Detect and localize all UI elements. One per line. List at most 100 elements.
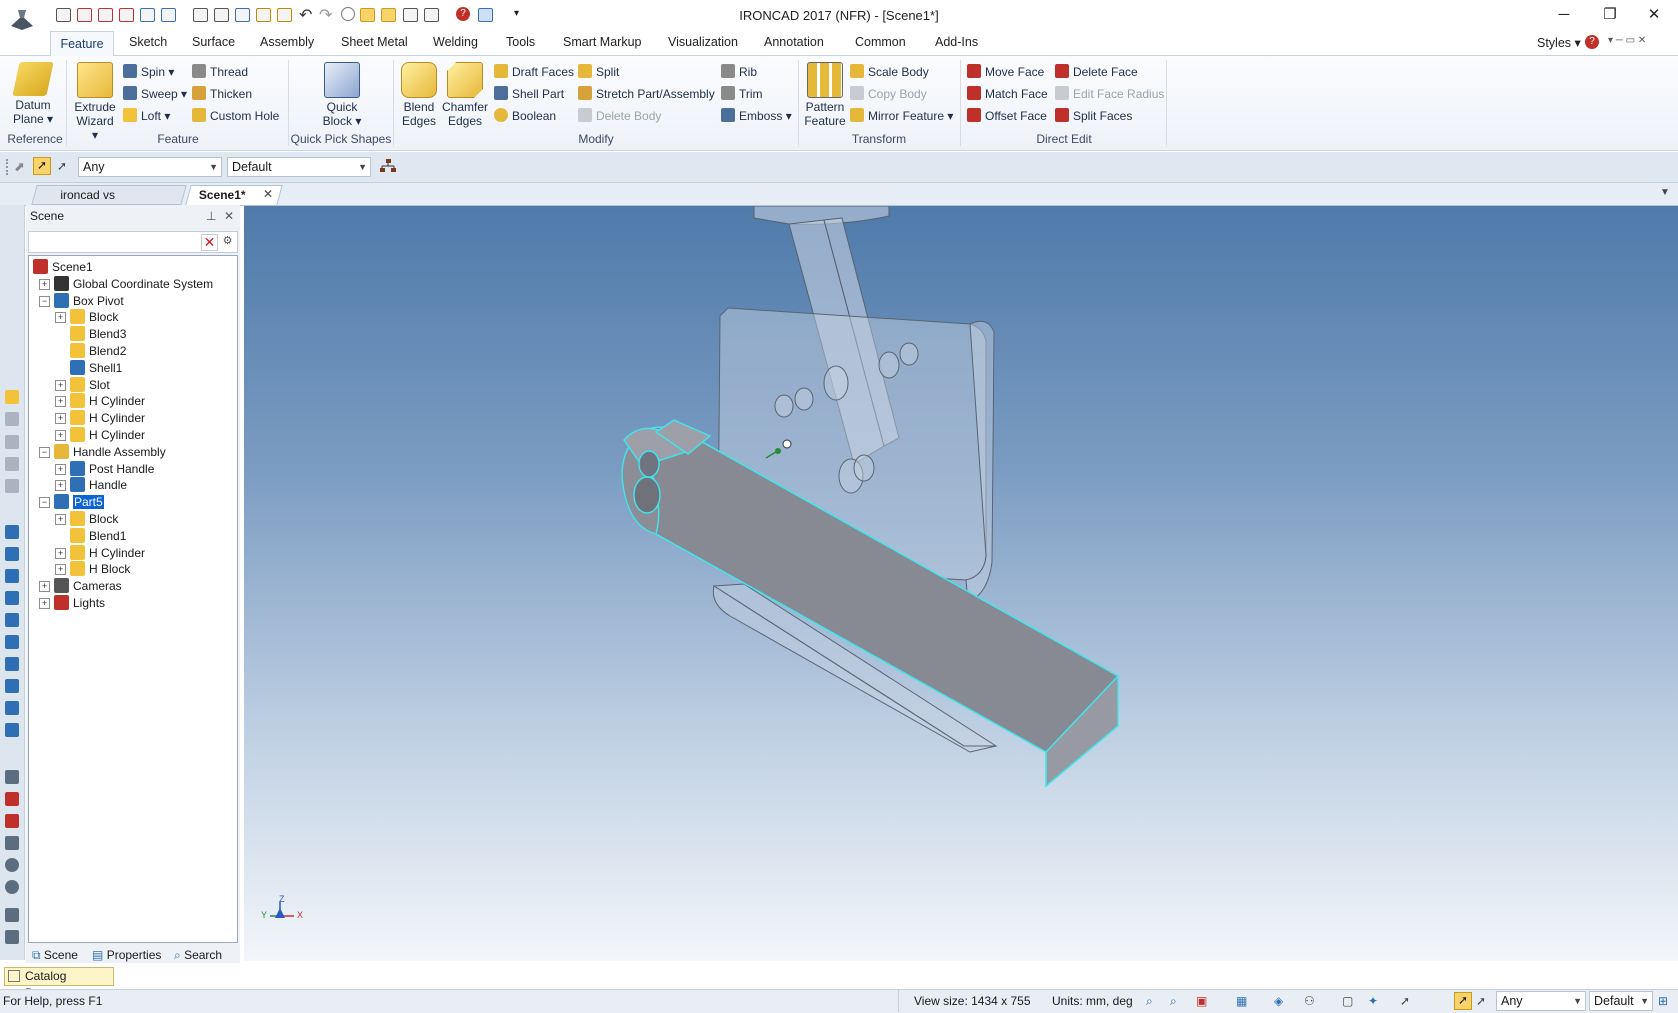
edit-face-radius-button[interactable]: Edit Face Radius — [1055, 86, 1164, 101]
close-tab-icon[interactable]: ✕ — [263, 187, 273, 201]
expand-icon[interactable]: + — [55, 430, 66, 441]
orbit-icon[interactable] — [5, 858, 19, 872]
no-entry-icon[interactable] — [5, 880, 19, 894]
view-normal-icon[interactable] — [5, 701, 19, 715]
clip-icon[interactable] — [5, 814, 19, 828]
tree-node[interactable]: Shell1 — [55, 359, 122, 377]
box-select-icon[interactable]: ▣ — [1196, 994, 1207, 1008]
pointer-active-icon[interactable]: ➚ — [1454, 992, 1472, 1010]
display-mode-icon[interactable]: ▢ — [1342, 994, 1353, 1008]
collapse-icon[interactable]: − — [39, 295, 50, 307]
tree-node[interactable]: + Slot — [55, 376, 110, 394]
expand-icon[interactable]: + — [55, 312, 66, 324]
angle-icon[interactable] — [5, 836, 19, 850]
loft-button[interactable]: Loft ▾ — [123, 108, 170, 123]
expand-icon[interactable]: + — [55, 396, 66, 408]
filter-options-icon[interactable]: ⚙ — [220, 234, 235, 249]
copy-body-button[interactable]: Copy Body — [850, 86, 927, 101]
catalog-icon[interactable] — [5, 390, 19, 404]
tree-node[interactable]: + Global Coordinate System — [39, 275, 213, 293]
styles-menu[interactable]: Styles ▾ — [1537, 35, 1581, 50]
expand-icon[interactable]: + — [55, 564, 66, 576]
tab-scene[interactable]: ⧉ Scene — [32, 948, 78, 963]
tab-sheet-metal[interactable]: Sheet Metal — [341, 35, 408, 49]
select-pointer-icon[interactable]: ➚ — [33, 157, 51, 175]
tab-search[interactable]: ⌕ Search — [174, 948, 222, 963]
collapse-icon[interactable]: − — [39, 497, 50, 509]
tab-annotation[interactable]: Annotation — [764, 35, 824, 49]
tree-node[interactable]: Blend1 — [55, 527, 126, 545]
view-fit-icon[interactable] — [5, 723, 19, 737]
status-filter-dropdown[interactable]: Any ▼ — [1496, 991, 1586, 1011]
tab-add-ins[interactable]: Add-Ins — [935, 35, 978, 49]
datum-plane-button[interactable]: Datum Plane ▾ — [8, 62, 58, 126]
close-button[interactable]: ✕ — [1636, 4, 1672, 26]
view-left-icon[interactable] — [5, 657, 19, 671]
collapse-icon[interactable]: − — [39, 446, 50, 458]
ruler-icon[interactable] — [5, 930, 19, 944]
tree-node[interactable]: Blend2 — [55, 342, 126, 360]
tree-node[interactable]: + H Cylinder — [55, 409, 145, 427]
close-panel-icon[interactable]: ✕ — [224, 205, 234, 227]
section-icon[interactable] — [5, 792, 19, 806]
measure-icon[interactable] — [5, 770, 19, 784]
render-mode-icon[interactable]: ◈ — [1274, 994, 1283, 1008]
3d-viewport[interactable]: Z X Y — [244, 206, 1678, 961]
catalog-browser-button[interactable]: Catalog Browser — [4, 967, 114, 1000]
minimize-button[interactable]: ─ — [1546, 4, 1582, 26]
view-cube-icon[interactable]: ▦ — [1236, 994, 1247, 1008]
offset-face-button[interactable]: Offset Face — [967, 108, 1047, 123]
select-parts-icon[interactable]: ⬈ — [14, 159, 28, 174]
help-dropdown-icon[interactable]: ▾ ─ ▭ ✕ — [1608, 35, 1646, 46]
view-iso-icon[interactable] — [5, 591, 19, 605]
select-face-icon[interactable]: ➚ — [1476, 994, 1486, 1008]
tab-visualization[interactable]: Visualization — [668, 35, 738, 49]
move-face-button[interactable]: Move Face — [967, 64, 1044, 79]
tree-node[interactable]: + Handle — [55, 476, 127, 494]
hierarchy-icon[interactable] — [380, 159, 396, 173]
split-faces-button[interactable]: Split Faces — [1055, 108, 1132, 123]
stretch-part-assembly-button[interactable]: Stretch Part/Assembly — [578, 86, 715, 101]
shell-part-button[interactable]: Shell Part — [494, 86, 564, 101]
spin-button[interactable]: Spin ▾ — [123, 64, 174, 79]
tree-node[interactable]: + Block — [55, 510, 118, 528]
tab-assembly[interactable]: Assembly — [260, 35, 314, 49]
tab-surface[interactable]: Surface — [192, 35, 235, 49]
view-top-icon[interactable] — [5, 547, 19, 561]
view-right-icon[interactable] — [5, 679, 19, 693]
blend-edges-button[interactable]: Blend Edges — [398, 62, 440, 128]
sweep-button[interactable]: Sweep ▾ — [123, 86, 187, 101]
extrude-wizard-button[interactable]: Extrude Wizard ▾ — [72, 62, 118, 142]
custom-hole-button[interactable]: Custom Hole — [192, 108, 279, 123]
tree-node[interactable]: − Part5 — [39, 493, 104, 511]
quick-block-button[interactable]: Quick Block ▾ — [316, 62, 368, 128]
tree-node[interactable]: Blend3 — [55, 325, 126, 343]
expand-icon[interactable]: + — [55, 480, 66, 492]
restore-button[interactable]: ❐ — [1592, 4, 1628, 26]
expand-icon[interactable]: + — [55, 379, 66, 391]
tree-node[interactable]: + H Cylinder — [55, 426, 145, 444]
zoom-window-icon[interactable]: ⌕ — [1170, 994, 1177, 1009]
tree-node[interactable]: + Lights — [39, 594, 105, 612]
tab-tools[interactable]: Tools — [506, 35, 535, 49]
emboss-button[interactable]: Emboss ▾ — [721, 108, 792, 123]
expand-icon[interactable]: + — [55, 463, 66, 475]
sheet-tool-icon[interactable] — [5, 457, 19, 471]
boolean-button[interactable]: Boolean — [494, 108, 556, 123]
expand-icon[interactable]: + — [55, 514, 66, 525]
tab-common[interactable]: Common — [855, 35, 906, 49]
chamfer-edges-button[interactable]: Chamfer Edges — [442, 62, 488, 128]
tab-welding[interactable]: Welding — [433, 35, 478, 49]
copy-tool-icon[interactable] — [5, 479, 19, 493]
hierarchy-icon[interactable]: ⊞ — [1658, 994, 1668, 1008]
tree-node[interactable]: + Block — [55, 308, 118, 326]
thread-button[interactable]: Thread — [192, 64, 248, 79]
tab-smart-markup[interactable]: Smart Markup — [563, 35, 642, 49]
tree-node[interactable]: + H Block — [55, 560, 130, 578]
mirror-feature-button[interactable]: Mirror Feature ▾ — [850, 108, 953, 123]
view-front-icon[interactable] — [5, 525, 19, 539]
rib-button[interactable]: Rib — [721, 64, 757, 79]
help-icon[interactable]: ? — [1585, 35, 1599, 49]
style-dropdown[interactable]: Default ▼ — [227, 157, 371, 177]
part-tool-icon[interactable] — [5, 412, 19, 426]
